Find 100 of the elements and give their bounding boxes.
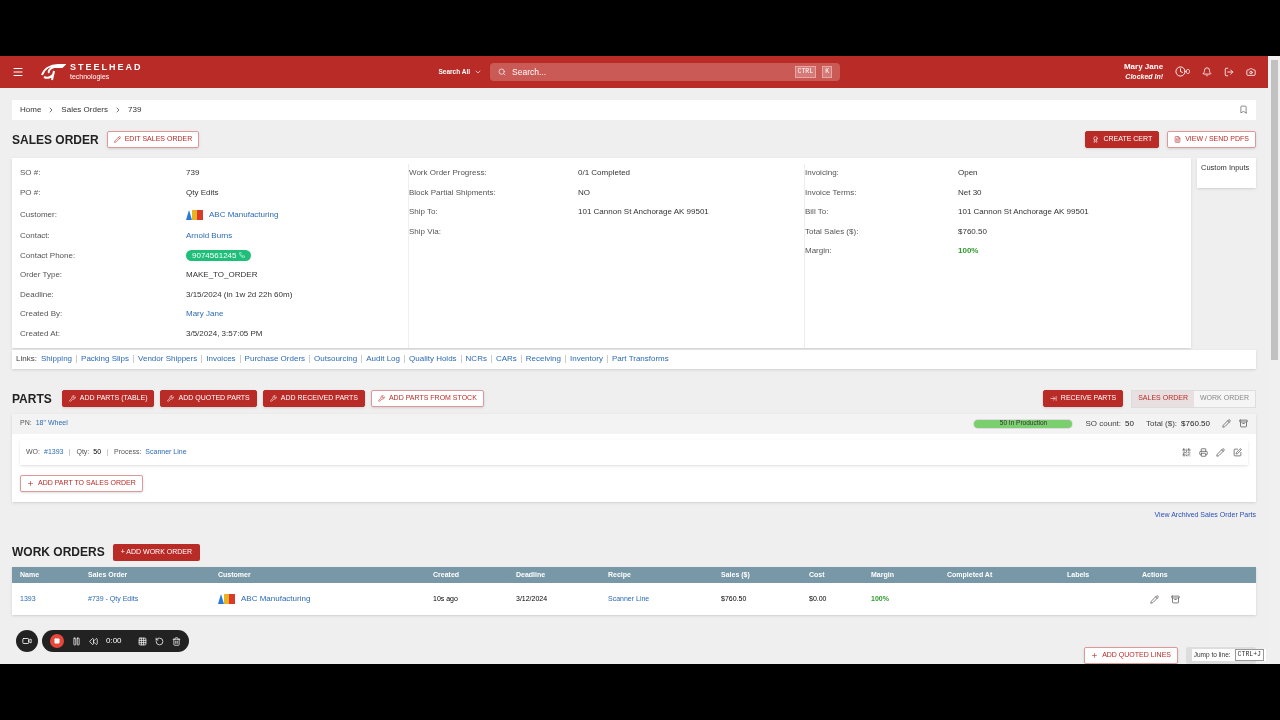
print-icon[interactable] (1199, 447, 1208, 457)
breadcrumb-item[interactable]: Sales Orders (61, 103, 109, 116)
detail-label: Invoice Terms: (805, 186, 858, 199)
detail-label: Bill To: (805, 206, 830, 219)
detail-label: SO #: (20, 167, 42, 180)
detail-label: Deadline: (20, 288, 55, 301)
search-input[interactable]: Search... (512, 65, 789, 79)
detail-value: 0/1 Completed (578, 168, 631, 178)
detail-link[interactable]: Mary Jane (186, 309, 224, 319)
restart-icon[interactable] (154, 636, 164, 646)
related-link[interactable]: NCRs (465, 353, 487, 366)
related-link[interactable]: Outsourcing (314, 353, 358, 366)
detail-value: 3/5/2024, 3:57:05 PM (186, 328, 263, 338)
camera-toggle-button[interactable] (16, 630, 38, 652)
detail-label: Contact: (20, 230, 51, 243)
section-title: WORK ORDERS (12, 544, 105, 561)
breadcrumb-item[interactable]: Home (20, 103, 42, 116)
related-link[interactable]: Shipping (40, 353, 73, 366)
logout-icon[interactable] (1224, 66, 1234, 77)
wrench-icon (68, 395, 76, 402)
detail-label: Order Type: (20, 269, 64, 282)
clock-icon[interactable] (1175, 66, 1187, 78)
plus-icon (27, 479, 34, 487)
logo-icon (40, 62, 66, 81)
edit-icon[interactable] (1216, 447, 1225, 457)
recording-time: 0:00 (106, 635, 122, 647)
detail-value: MAKE_TO_ORDER (186, 270, 258, 280)
detail-label: Created By: (20, 308, 64, 321)
related-link[interactable]: Vendor Shippers (138, 353, 198, 366)
detail-link[interactable]: Arnold Burns (186, 231, 233, 241)
detail-value: NO (578, 187, 590, 197)
detail-value: Net 30 (958, 187, 982, 197)
customer-logo-icon (186, 209, 203, 220)
phone-icon (238, 252, 245, 259)
wrench-icon (377, 395, 385, 402)
archive-icon[interactable] (1171, 594, 1180, 604)
pencil-icon (113, 136, 121, 144)
detail-label: Created At: (20, 327, 62, 340)
wrench-icon (269, 395, 277, 402)
customer-link[interactable]: ABC Manufacturing (209, 208, 279, 221)
related-link[interactable]: Packing Slips (81, 353, 130, 366)
detail-label: Ship Via: (409, 225, 442, 238)
so-count-label: SO count: (1085, 417, 1122, 430)
menu-icon[interactable] (12, 65, 24, 78)
detail-value: 101 Cannon St Anchorage AK 99501 (958, 207, 1089, 217)
detail-label: Total Sales ($): (805, 225, 860, 238)
award-icon (1092, 136, 1100, 144)
detail-label: Customer: (20, 208, 58, 221)
breadcrumb-item: 739 (128, 103, 142, 116)
detail-value: 3/15/2024 (in 1w 2d 22h 60m) (186, 289, 293, 299)
customer-logo-icon (218, 594, 235, 604)
related-link[interactable]: CARs (495, 353, 517, 366)
related-link[interactable]: Receiving (525, 353, 561, 366)
detail-label: PO #: (20, 186, 42, 199)
detail-label: Work Order Progress: (409, 167, 488, 180)
video-icon (22, 636, 32, 646)
archive-icon[interactable] (1239, 419, 1248, 428)
related-link[interactable]: Part Transforms (611, 353, 669, 366)
page-title: SALES ORDER (12, 131, 99, 149)
edit-icon[interactable] (1150, 594, 1159, 604)
detail-value: 101 Cannon St Anchorage AK 99501 (578, 207, 709, 217)
rewind-icon[interactable] (89, 636, 98, 646)
logo-name: STEELHEAD (70, 62, 143, 72)
edit-icon[interactable] (1222, 419, 1231, 428)
stop-button[interactable] (50, 634, 64, 648)
related-link[interactable]: Audit Log (366, 353, 400, 366)
detail-label: Margin: (805, 245, 833, 258)
wrench-icon (167, 395, 175, 402)
pause-icon[interactable] (72, 636, 81, 646)
detail-value: 739 (186, 168, 200, 178)
receive-icon (1049, 395, 1057, 402)
related-link[interactable]: Purchase Orders (244, 353, 306, 366)
open-editor-icon[interactable] (1233, 447, 1242, 457)
grid-icon[interactable] (137, 636, 147, 646)
detail-value: Open (958, 168, 978, 178)
stop-icon (54, 638, 60, 644)
total-value: $760.50 (1181, 417, 1210, 430)
related-link[interactable]: Inventory (569, 353, 603, 366)
section-title: PARTS (12, 390, 52, 408)
search-icon (498, 67, 507, 76)
links-label: Links: (16, 353, 37, 366)
notification-icon[interactable] (1202, 66, 1212, 77)
detail-value: $760.50 (958, 226, 987, 236)
so-count: 50 (1125, 417, 1134, 430)
document-icon (1174, 136, 1182, 144)
related-link[interactable]: Invoices (206, 353, 236, 366)
detail-value: Qty Edits (186, 187, 219, 197)
detail-label: Ship To: (409, 206, 439, 219)
detail-label: Contact Phone: (20, 249, 77, 262)
qr-code-icon[interactable] (1182, 447, 1191, 457)
bookmark-icon[interactable] (1239, 105, 1248, 115)
related-link[interactable]: Quality Holds (409, 353, 457, 366)
plus-icon (1091, 652, 1099, 659)
delete-icon[interactable] (171, 636, 181, 646)
user-name: Mary Jane (1123, 61, 1164, 72)
customer-link[interactable]: ABC Manufacturing (241, 593, 311, 605)
detail-value: 100% (958, 246, 979, 256)
total-label: Total ($): (1145, 417, 1178, 430)
detail-label: Block Partial Shipments: (409, 186, 497, 199)
camera-icon[interactable] (1246, 66, 1256, 77)
